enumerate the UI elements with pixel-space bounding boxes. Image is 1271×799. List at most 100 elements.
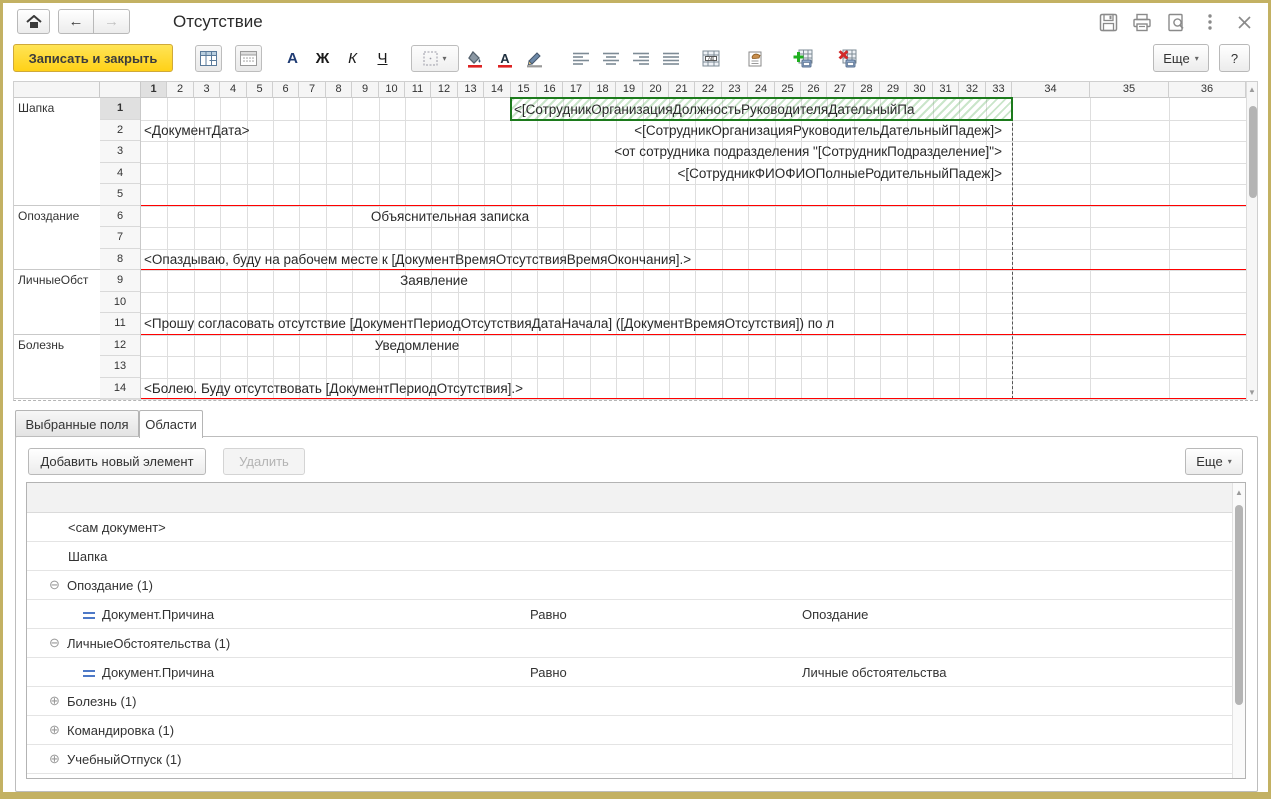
expand-icon[interactable]: ⊕ <box>49 693 60 709</box>
column-header[interactable]: 25 <box>775 82 801 98</box>
delete-area-button[interactable] <box>833 45 860 72</box>
row-header[interactable]: 1 <box>100 98 141 120</box>
sheet-cell-text[interactable]: <[СотрудникОрганизацияРуководительДатель… <box>634 120 1002 142</box>
document-hand-button[interactable] <box>741 45 768 72</box>
fill-color-button[interactable] <box>461 45 488 72</box>
selected-cell[interactable]: <[СотрудникОрганизацияДолжностьРуководит… <box>510 97 1013 121</box>
tree-row[interactable]: <сам документ> <box>27 513 1233 542</box>
add-element-button[interactable]: Добавить новый элемент <box>28 448 206 475</box>
scroll-up-icon[interactable]: ▲ <box>1233 488 1245 497</box>
more-actions-button[interactable]: Еще ▾ <box>1153 44 1209 72</box>
column-header[interactable]: 16 <box>537 82 563 98</box>
sheet-cell-text[interactable]: <Болею. Буду отсутствовать [ДокументПери… <box>144 378 523 400</box>
tree-row[interactable]: Документ.ПричинаРавноОпоздание <box>27 600 1233 629</box>
column-header[interactable]: 22 <box>695 82 722 98</box>
cell-name-button[interactable]: АВ <box>697 45 724 72</box>
toggle-grid-button[interactable] <box>195 45 222 72</box>
sheet-scrollbar[interactable]: ▲▼ <box>1246 82 1257 400</box>
column-header[interactable]: 30 <box>907 82 933 98</box>
align-left-button[interactable] <box>567 45 594 72</box>
sheet-cell-text[interactable]: Уведомление <box>375 335 460 357</box>
toggle-headers-button[interactable] <box>235 45 262 72</box>
column-header[interactable]: 32 <box>959 82 986 98</box>
tree-row[interactable]: ⊕Командировка (1) <box>27 716 1233 745</box>
tree-scrollbar[interactable]: ▲ <box>1232 483 1245 778</box>
print-button[interactable] <box>1130 11 1154 33</box>
sheet-cell-text[interactable]: Заявление <box>400 270 468 292</box>
row-header[interactable]: 2 <box>100 120 141 142</box>
column-header[interactable]: 9 <box>352 82 379 98</box>
areas-tree-list[interactable]: ▲ <сам документ>Шапка⊖Опоздание (1)Докум… <box>26 482 1246 779</box>
row-header[interactable]: 5 <box>100 184 141 206</box>
tab-areas[interactable]: Области <box>139 410 203 438</box>
area-group-label[interactable]: Болезнь <box>14 335 100 400</box>
save-button[interactable] <box>1096 11 1120 33</box>
close-button[interactable] <box>1232 11 1256 33</box>
scroll-up-icon[interactable]: ▲ <box>1247 85 1257 94</box>
column-header[interactable]: 20 <box>643 82 669 98</box>
tree-row[interactable]: Шапка <box>27 542 1233 571</box>
align-center-button[interactable] <box>597 45 624 72</box>
row-header[interactable]: 7 <box>100 227 141 249</box>
scroll-down-icon[interactable]: ▼ <box>1247 388 1257 397</box>
column-header[interactable]: 1 <box>141 82 167 98</box>
underline-button[interactable]: Ч <box>369 45 396 72</box>
preview-button[interactable] <box>1164 11 1188 33</box>
forward-button[interactable]: → <box>94 9 130 34</box>
column-header[interactable]: 12 <box>431 82 458 98</box>
spreadsheet-template-editor[interactable]: 1234567891011121314151617181920212223242… <box>13 81 1258 401</box>
back-button[interactable]: ← <box>58 9 94 34</box>
row-header[interactable]: 6 <box>100 206 141 228</box>
column-header[interactable]: 24 <box>748 82 775 98</box>
column-header[interactable]: 4 <box>220 82 247 98</box>
sheet-cell-text[interactable]: Объяснительная записка <box>371 206 529 228</box>
column-header[interactable]: 2 <box>167 82 194 98</box>
column-header[interactable]: 36 <box>1169 82 1246 98</box>
tab-selected-fields[interactable]: Выбранные поля <box>15 410 139 437</box>
row-header[interactable]: 10 <box>100 292 141 314</box>
area-group-label[interactable]: ЛичныеОбст <box>14 270 100 335</box>
sheet-cell-text[interactable]: <Прошу согласовать отсутствие [ДокументП… <box>144 313 834 335</box>
column-header[interactable]: 23 <box>722 82 748 98</box>
expand-icon[interactable]: ⊕ <box>49 722 60 738</box>
column-header[interactable]: 13 <box>458 82 484 98</box>
column-header[interactable]: 7 <box>299 82 326 98</box>
column-header[interactable]: 33 <box>986 82 1012 98</box>
column-header[interactable]: 17 <box>563 82 590 98</box>
delete-element-button[interactable]: Удалить <box>223 448 305 475</box>
column-header[interactable]: 3 <box>194 82 220 98</box>
italic-button[interactable]: К <box>339 45 366 72</box>
bold-button[interactable]: Ж <box>309 45 336 72</box>
font-button[interactable]: А <box>279 45 306 72</box>
text-color-button[interactable]: А <box>491 45 518 72</box>
align-right-button[interactable] <box>627 45 654 72</box>
area-group-label[interactable]: Шапка <box>14 98 100 206</box>
column-header[interactable]: 27 <box>827 82 854 98</box>
expand-icon[interactable]: ⊕ <box>49 751 60 767</box>
column-header[interactable]: 8 <box>326 82 352 98</box>
save-and-close-button[interactable]: Записать и закрыть <box>13 44 173 72</box>
column-header[interactable]: 28 <box>854 82 880 98</box>
add-area-button[interactable] <box>789 45 816 72</box>
tree-scrollbar-thumb[interactable] <box>1235 505 1243 705</box>
row-header[interactable]: 9 <box>100 270 141 292</box>
borders-dropdown-button[interactable]: ▾ <box>411 45 459 72</box>
column-header[interactable]: 21 <box>669 82 695 98</box>
column-header[interactable]: 31 <box>933 82 959 98</box>
column-header[interactable]: 26 <box>801 82 827 98</box>
tree-row[interactable]: ⊕УчебныйОтпуск (1) <box>27 745 1233 774</box>
tree-row[interactable]: ⊖ЛичныеОбстоятельства (1) <box>27 629 1233 658</box>
column-header[interactable]: 34 <box>1012 82 1090 98</box>
tree-row[interactable]: ⊖Опоздание (1) <box>27 571 1233 600</box>
sheet-cell-text[interactable]: <[СотрудникФИОФИОПолныеРодительныйПадеж]… <box>678 163 1002 185</box>
column-header[interactable]: 19 <box>616 82 643 98</box>
column-header[interactable]: 18 <box>590 82 616 98</box>
help-button[interactable]: ? <box>1219 44 1250 72</box>
row-header[interactable]: 8 <box>100 249 141 271</box>
row-header[interactable]: 12 <box>100 335 141 357</box>
sheet-cell-text[interactable]: <ДокументДата> <box>144 120 250 142</box>
border-color-button[interactable] <box>521 45 548 72</box>
collapse-icon[interactable]: ⊖ <box>49 635 60 651</box>
row-header[interactable]: 13 <box>100 356 141 378</box>
more-menu-button[interactable] <box>1198 11 1222 33</box>
